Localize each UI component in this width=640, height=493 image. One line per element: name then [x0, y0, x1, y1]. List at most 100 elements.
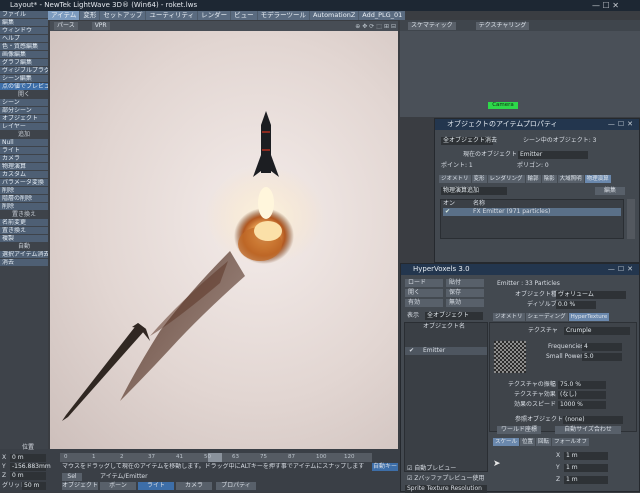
pos-x-field[interactable]: 0 m [10, 454, 46, 462]
other-button[interactable]: 選択アイテム消去 [0, 251, 48, 258]
add-button[interactable]: カスタム [0, 171, 48, 178]
camera-node[interactable]: Camera [488, 102, 518, 109]
replace-button[interactable]: 名前変更 [0, 219, 48, 226]
grid-field[interactable]: 50 m [22, 482, 46, 490]
tab[interactable]: スケール [493, 438, 520, 446]
list-item[interactable]: Emitter [405, 347, 487, 355]
open-button[interactable]: シーン [0, 99, 48, 106]
render-mode-dropdown[interactable]: VPR [91, 22, 110, 30]
frequencies-field[interactable]: 4 [582, 343, 622, 351]
world-coords-button[interactable]: ワールド座標 [497, 426, 541, 434]
add-button[interactable]: 削除 [0, 187, 48, 194]
object-type-dropdown[interactable]: ヴォリューム [556, 291, 626, 299]
add-button[interactable]: 削除 [0, 203, 48, 210]
left-menu-button[interactable]: シーン編集 [0, 75, 48, 82]
left-menu-button[interactable]: 画像編集 [0, 51, 48, 58]
tab[interactable]: 位置 [520, 438, 536, 446]
viewport-nav-icons[interactable]: ⊕✥⟳⬚⊞⊟ [355, 23, 398, 30]
tab[interactable]: フォールオフ [552, 438, 590, 446]
replace-button[interactable]: 置き換え [0, 227, 48, 234]
perspective-viewport[interactable] [50, 31, 398, 449]
tab[interactable]: シェーディング [525, 313, 568, 321]
effect-dropdown[interactable]: (なし) [558, 391, 606, 399]
open-button[interactable]: 部分シーン [0, 107, 48, 114]
check-icon[interactable]: ✔ [409, 347, 414, 355]
select-mode-button[interactable]: カメラ [176, 482, 212, 490]
menu-tab[interactable]: ビュー [231, 11, 257, 20]
list-item[interactable]: FX Emitter (971 particles) [443, 208, 621, 216]
speed-field[interactable]: 1000 % [558, 401, 606, 409]
hv-right-button[interactable]: 保存 [446, 289, 484, 297]
z-field[interactable]: 1 m [564, 476, 608, 484]
tab[interactable]: 物理演算 [584, 175, 611, 183]
schematic-view-dropdown[interactable]: スケマティック [408, 21, 456, 30]
item-dropdown[interactable]: アイテム/Emitter [100, 473, 160, 481]
tab[interactable]: 変形 [471, 175, 487, 183]
auto-key-button[interactable]: 自動キー [372, 463, 398, 471]
preview-button[interactable]: 点の値でプレビュー [0, 83, 48, 90]
window-controls[interactable]: —☐✕ [608, 119, 636, 130]
auto-preview-checkbox[interactable]: ☑ 自動プレビュー [407, 465, 456, 473]
tab[interactable]: 大域照明 [557, 175, 584, 183]
current-object-dropdown[interactable]: Emitter [518, 151, 588, 159]
timeline-slider[interactable]: 0 1 2 37 41 50 63 75 87 100 120 [60, 453, 372, 462]
texture-dropdown[interactable]: Crumple [564, 327, 630, 335]
menu-tab[interactable]: Add_PLG_01 [359, 11, 406, 20]
add-button[interactable]: パラメータ変換 [0, 179, 48, 186]
hv-right-button[interactable]: 無効 [446, 299, 484, 307]
select-mode-button[interactable]: ライト [138, 482, 174, 490]
replace-button[interactable]: 複製 [0, 235, 48, 242]
window-controls[interactable]: —☐✕ [608, 264, 636, 275]
menu-tab[interactable]: モデラーツール [257, 11, 309, 20]
select-mode-button[interactable]: オブジェクト [62, 482, 98, 490]
add-button[interactable]: カメラ [0, 155, 48, 162]
tab[interactable]: 輪郭 [525, 175, 541, 183]
tab[interactable]: ジオメトリ [439, 175, 471, 183]
auto-size-button[interactable]: 自動サイズ合わせ [555, 426, 621, 434]
edit-button[interactable]: 編集 [595, 187, 625, 195]
list-scrollbar[interactable] [627, 199, 635, 239]
tab[interactable]: レンダリング [487, 175, 525, 183]
open-button[interactable]: オブジェクト [0, 115, 48, 122]
amplitude-field[interactable]: 75.0 % [558, 381, 606, 389]
select-mode-button[interactable]: ボーン [100, 482, 136, 490]
left-menu-button[interactable]: 編集 [0, 19, 48, 26]
left-menu-button[interactable]: ヴィジブルプラグイン [0, 67, 48, 74]
left-menu-button[interactable]: ウィンドウ [0, 27, 48, 34]
add-button[interactable]: 階層の削除 [0, 195, 48, 202]
left-menu-button[interactable]: 色・質感編集 [0, 43, 48, 50]
pos-y-field[interactable]: -156.883mm [10, 463, 51, 471]
pos-z-field[interactable]: 0 m [10, 472, 46, 480]
menu-tab[interactable]: セットアップ [100, 11, 146, 20]
left-menu-button[interactable]: グラフ編集 [0, 59, 48, 66]
menu-tab[interactable]: 変形 [80, 11, 100, 20]
check-icon[interactable]: ✔ [445, 208, 450, 216]
view-mode-dropdown[interactable]: パース [54, 22, 78, 30]
tab[interactable]: ジオメトリ [493, 313, 525, 321]
select-button[interactable]: Sel [62, 473, 82, 481]
hv-right-button[interactable]: 貼付 [446, 279, 484, 287]
tab[interactable]: 回転 [536, 438, 552, 446]
x-field[interactable]: 1 m [564, 452, 608, 460]
tab[interactable]: 陰影 [541, 175, 557, 183]
display-mode-dropdown[interactable]: テクスチャリング [475, 21, 530, 30]
zbuffer-preview-checkbox[interactable]: ☑ Zバッファプレビュー使用 [407, 475, 484, 483]
properties-button[interactable]: プロパティ [216, 482, 256, 490]
menu-tab[interactable]: AutomationZ [309, 11, 359, 20]
add-button[interactable]: 物理演算 [0, 163, 48, 170]
menu-tab[interactable]: レンダー [198, 11, 231, 20]
add-physics-dropdown[interactable]: 物理演算追加 [441, 187, 507, 195]
reference-dropdown[interactable]: (none) [563, 416, 623, 424]
window-controls[interactable]: — ☐ ✕ [592, 0, 619, 11]
add-button[interactable]: Null [0, 139, 48, 146]
hv-left-button[interactable]: 開く [405, 289, 443, 297]
schematic-viewport[interactable]: スケマティック テクスチャリング [400, 20, 640, 117]
left-menu-button[interactable]: ファイル [0, 11, 48, 18]
left-menu-button[interactable]: ヘルプ [0, 35, 48, 42]
menu-tab[interactable]: アイテム [48, 11, 80, 20]
hv-left-button[interactable]: ロード [405, 279, 443, 287]
tab[interactable]: HyperTexture [568, 313, 610, 321]
add-button[interactable]: ライト [0, 147, 48, 154]
dissolve-field[interactable]: 0.0 % [556, 301, 596, 309]
clear-objects-button[interactable]: 全オブジェクト消去 [441, 137, 497, 145]
